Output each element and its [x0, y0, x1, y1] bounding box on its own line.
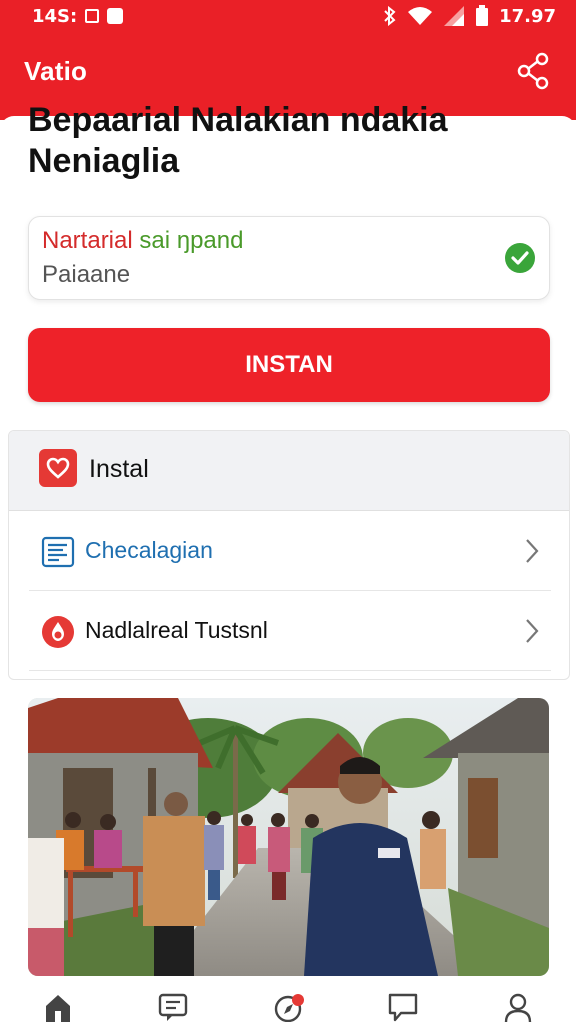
status-card-subtitle: Paiaane: [42, 261, 131, 288]
status-clock: 17.97: [499, 5, 556, 27]
list-document-icon: [41, 536, 75, 568]
chat-list-icon: [158, 993, 187, 1021]
status-card-title-red: Nartarial: [42, 227, 133, 254]
list-item-label: Checalagian: [85, 537, 213, 563]
wifi-icon: [408, 7, 433, 25]
nav-home[interactable]: [38, 992, 78, 1024]
share-button[interactable]: [516, 52, 550, 90]
status-card-title: Nartarial sai ŋpand: [42, 227, 243, 255]
drop-icon: [42, 616, 74, 648]
nav-profile[interactable]: [498, 992, 538, 1024]
chevron-right-icon: [526, 619, 539, 643]
bluetooth-icon: [384, 6, 396, 26]
status-bar: 14S: 17.97: [0, 0, 576, 32]
install-button[interactable]: INSTAN: [28, 328, 550, 402]
list-item-checalagian[interactable]: Checalagian: [29, 511, 551, 591]
chevron-right-icon: [526, 539, 539, 563]
nav-chat-list[interactable]: [153, 992, 193, 1024]
nav-compass[interactable]: [268, 992, 308, 1024]
panel-title: Instal: [89, 455, 149, 483]
home-icon: [45, 995, 70, 1022]
check-circle-icon: [505, 243, 535, 273]
panel-header: Instal: [9, 431, 569, 511]
nav-message[interactable]: [383, 992, 423, 1024]
village-street-photo: [28, 698, 549, 976]
status-time: 14S:: [32, 5, 78, 27]
page-title: Bepaarial Nalakian ndakia Neniaglia: [28, 101, 448, 180]
battery-icon: [476, 5, 489, 26]
list-item-label: Nadlalreal Tustsnl: [85, 617, 268, 643]
install-panel: Instal Checalagian Nadlalreal Tustsnl: [8, 430, 570, 680]
notification-app-icon: [107, 8, 124, 24]
message-icon: [388, 993, 418, 1022]
status-card: Nartarial sai ŋpand Paiaane: [28, 216, 550, 300]
bottom-nav: [0, 986, 576, 1024]
signal-icon: [444, 6, 465, 26]
status-card-title-green: sai ŋpand: [139, 227, 244, 254]
list-item-nadlalreal[interactable]: Nadlalreal Tustsnl: [29, 591, 551, 671]
share-icon: [517, 52, 549, 90]
heart-icon: [39, 449, 77, 487]
notification-square-icon: [85, 9, 100, 23]
profile-icon: [505, 993, 532, 1022]
notification-badge: [291, 994, 304, 1006]
app-title: Vatio: [24, 56, 88, 86]
